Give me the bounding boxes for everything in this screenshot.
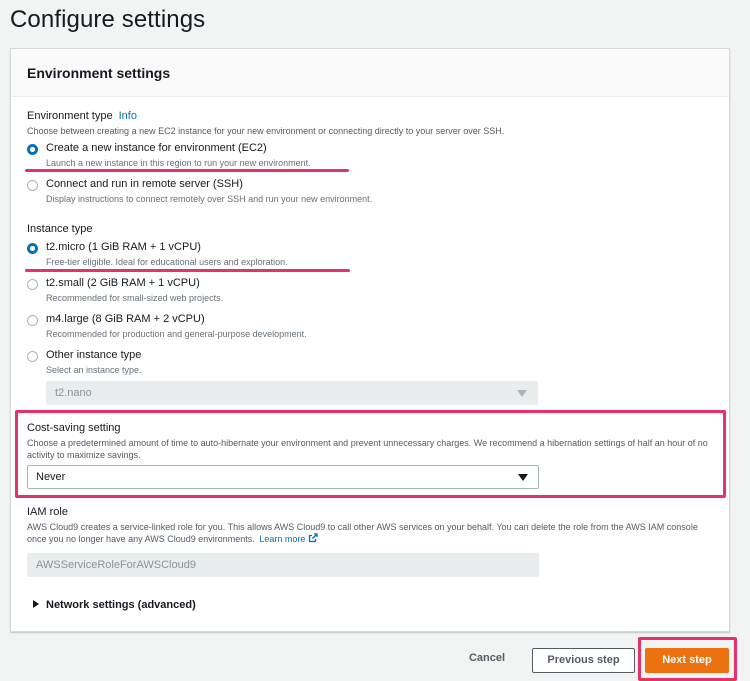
radio-unselected-icon[interactable] [27,351,38,362]
iam-role-description: AWS Cloud9 creates a service-linked role… [27,521,717,545]
environment-type-label-text: Environment type [27,110,113,122]
env-option-ec2-description: Launch a new instance in this region to … [46,158,311,168]
info-link[interactable]: Info [119,110,137,122]
network-settings-toggle[interactable]: Network settings (advanced) [33,599,196,611]
instance-option-t2-micro-label[interactable]: t2.micro (1 GiB RAM + 1 vCPU) [46,241,201,253]
learn-more-link[interactable]: Learn more [259,534,305,544]
instance-option-other-description: Select an instance type. [46,365,142,375]
instance-option-t2-micro-description: Free-tier eligible. Ideal for educationa… [46,257,288,267]
caret-down-icon [517,390,527,397]
cost-saving-label: Cost-saving setting [27,422,121,434]
instance-option-t2-small-description: Recommended for small-sized web projects… [46,293,224,303]
previous-step-button[interactable]: Previous step [532,648,635,673]
caret-down-icon [518,474,528,481]
environment-settings-panel: Environment settings Environment type Inf… [10,48,730,632]
iam-role-description-text: AWS Cloud9 creates a service-linked role… [27,522,698,544]
other-instance-type-value: t2.nano [55,387,92,399]
iam-role-value: AWSServiceRoleForAWSCloud9 [36,559,196,571]
cost-saving-description: Choose a predetermined amount of time to… [27,438,708,460]
annotation-underline [25,269,350,272]
env-option-ssh-label[interactable]: Connect and run in remote server (SSH) [46,178,243,190]
env-option-ec2-label[interactable]: Create a new instance for environment (E… [46,142,267,154]
cancel-button[interactable]: Cancel [455,652,519,670]
instance-option-m4-large-description: Recommended for production and general-p… [46,329,307,339]
expand-triangle-icon [33,600,39,608]
iam-role-field: AWSServiceRoleForAWSCloud9 [27,553,539,577]
radio-unselected-icon[interactable] [27,180,38,191]
environment-type-label: Environment type Info [27,110,137,122]
instance-option-t2-small-label[interactable]: t2.small (2 GiB RAM + 1 vCPU) [46,277,200,289]
radio-selected-icon[interactable] [27,144,38,155]
network-settings-label: Network settings (advanced) [46,599,196,611]
environment-type-description: Choose between creating a new EC2 instan… [27,126,505,136]
cost-saving-value: Never [36,471,66,483]
cost-saving-select[interactable]: Never [27,465,539,489]
external-link-icon[interactable] [308,533,319,543]
radio-unselected-icon[interactable] [27,279,38,290]
instance-option-other-label[interactable]: Other instance type [46,349,141,361]
panel-header: Environment settings [11,49,729,97]
next-step-button[interactable]: Next step [645,648,729,673]
page-title: Configure settings [10,6,206,33]
annotation-underline [25,169,349,172]
instance-option-m4-large-label[interactable]: m4.large (8 GiB RAM + 2 vCPU) [46,313,205,325]
panel-title: Environment settings [27,65,171,81]
radio-unselected-icon[interactable] [27,315,38,326]
radio-selected-icon[interactable] [27,243,38,254]
env-option-ssh-description: Display instructions to connect remotely… [46,194,373,204]
iam-role-label: IAM role [27,506,68,518]
instance-type-label: Instance type [27,223,93,235]
other-instance-type-select[interactable]: t2.nano [46,381,538,405]
